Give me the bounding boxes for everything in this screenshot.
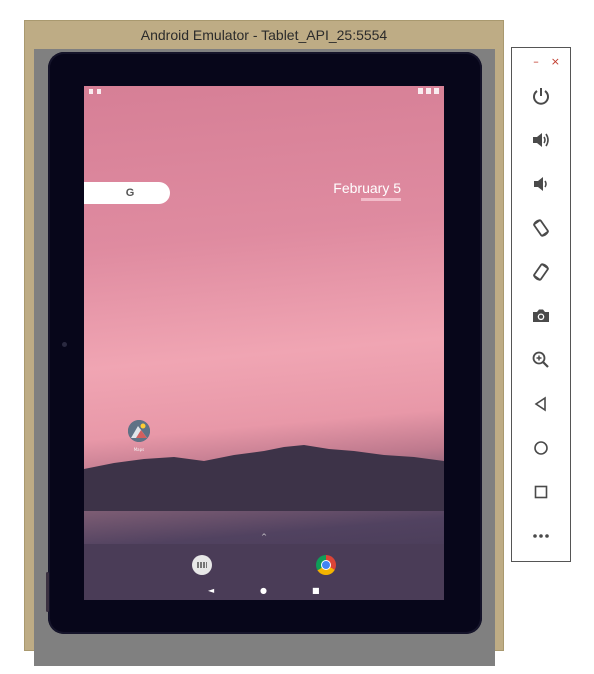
maps-app-icon[interactable] [128, 420, 150, 442]
navigation-bar: ◄ ● ■ [84, 582, 444, 600]
home-icon[interactable] [529, 436, 553, 460]
overview-icon[interactable] [529, 480, 553, 504]
minimize-button[interactable]: – [533, 56, 539, 67]
keyboard-app-icon[interactable] [192, 555, 212, 575]
more-icon[interactable] [529, 524, 553, 548]
chrome-app-icon[interactable] [316, 555, 336, 575]
volume-down-icon[interactable] [529, 172, 553, 196]
tablet-frame: G February 5 Maps ^ ◄ ● ■ [46, 52, 482, 634]
emulator-toolbar: – × [511, 47, 571, 562]
nav-back-icon[interactable]: ◄ [208, 586, 214, 596]
status-icons-right [418, 88, 439, 94]
camera-icon[interactable] [529, 304, 553, 328]
maps-app-label: Maps [133, 447, 145, 452]
rotate-right-icon[interactable] [529, 260, 553, 284]
camera-dot [62, 342, 67, 347]
android-screen[interactable]: G February 5 Maps ^ ◄ ● ■ [84, 86, 444, 600]
date-widget[interactable]: February 5 [333, 180, 401, 196]
notification-icon [97, 89, 101, 94]
back-icon[interactable] [529, 392, 553, 416]
battery-icon [434, 88, 439, 94]
rotate-left-icon[interactable] [529, 216, 553, 240]
signal-icon [426, 88, 431, 94]
emulator-window: Android Emulator - Tablet_API_25:5554 G [24, 20, 504, 666]
date-subtitle-line [361, 198, 401, 201]
notification-icon [89, 89, 93, 94]
nav-recents-icon[interactable]: ■ [312, 586, 320, 596]
power-icon[interactable] [529, 84, 553, 108]
tablet-edge-button [46, 572, 49, 612]
wifi-icon [418, 88, 423, 94]
window-title: Android Emulator - Tablet_API_25:5554 [140, 27, 388, 43]
nav-home-icon[interactable]: ● [260, 586, 267, 596]
google-search-bar[interactable]: G [84, 182, 170, 204]
emulator-client-area: G February 5 Maps ^ ◄ ● ■ [34, 49, 495, 666]
volume-up-icon[interactable] [529, 128, 553, 152]
chevron-up-icon[interactable]: ^ [260, 534, 268, 541]
close-button[interactable]: × [551, 56, 560, 67]
google-logo: G [125, 187, 135, 199]
status-bar [84, 86, 444, 98]
zoom-icon[interactable] [529, 348, 553, 372]
